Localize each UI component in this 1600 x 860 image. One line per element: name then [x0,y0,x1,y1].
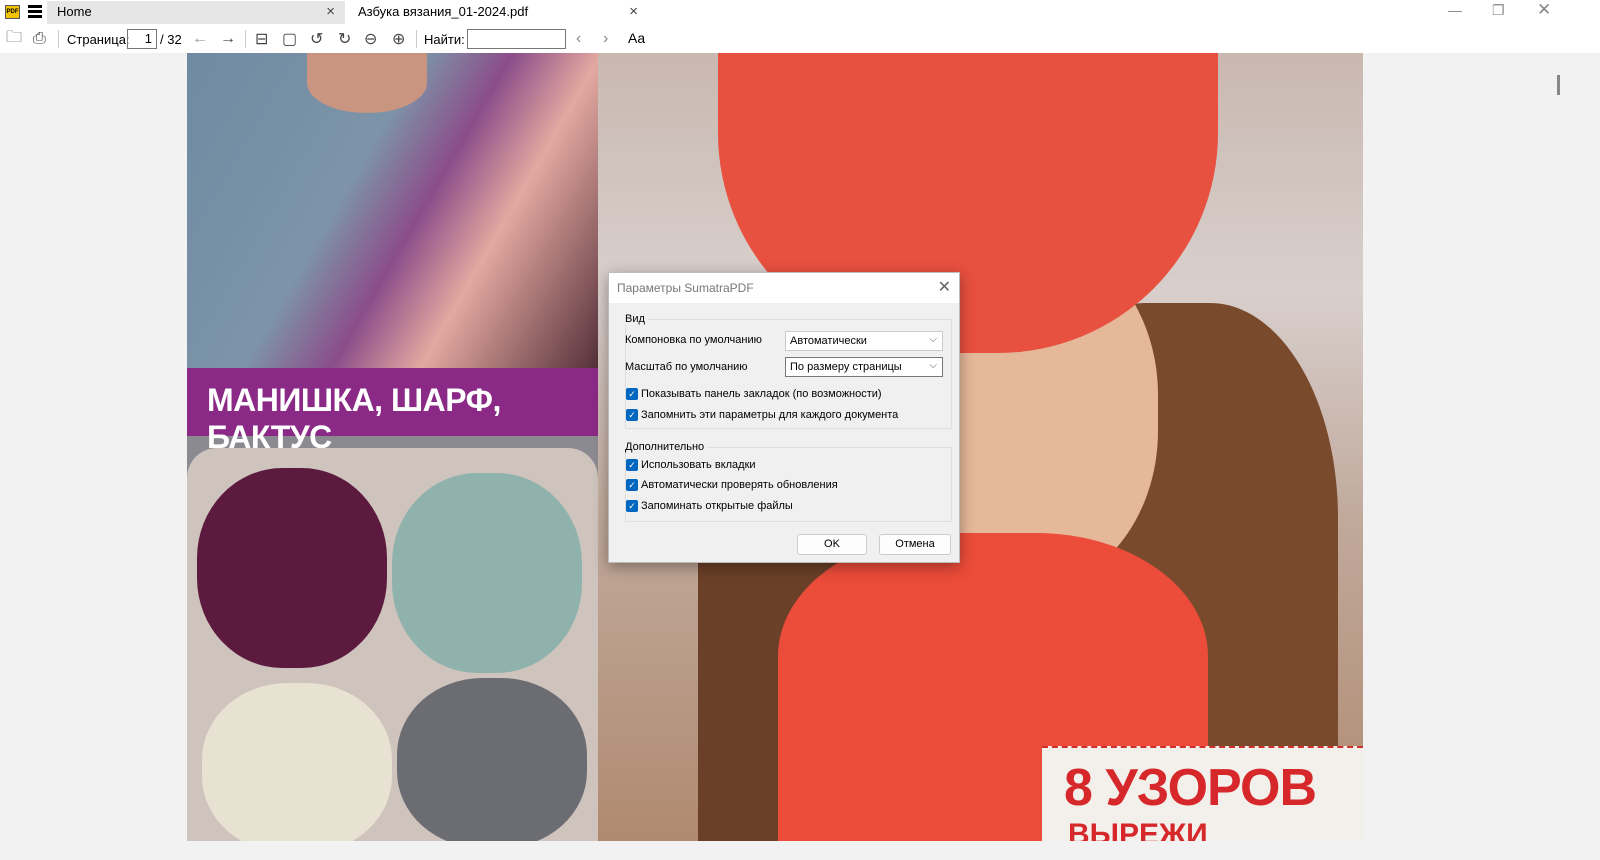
find-input[interactable] [467,29,566,49]
vertical-scrollbar[interactable] [1557,75,1560,95]
use-tabs-checkbox[interactable]: ✓ Использовать вкладки [626,459,756,471]
remember-files-checkbox[interactable]: ✓ Запоминать открытые файлы [626,500,793,512]
badge-subtitle: ВЫРЕЖИ [1068,818,1208,841]
page-number-input[interactable]: 1 [127,29,157,49]
zoom-label: Масштаб по умолчанию [625,361,748,373]
cover-photo-hats [187,448,598,841]
tab-label: Home [57,4,92,19]
find-label: Найти: [424,32,465,47]
checkbox-checked-icon: ✓ [626,500,638,512]
rotate-left-icon[interactable]: ↺ [310,29,323,49]
check-updates-checkbox[interactable]: ✓ Автоматически проверять обновления [626,479,838,491]
show-bookmarks-checkbox[interactable]: ✓ Показывать панель закладок (по возможно… [626,388,882,400]
divider [416,30,417,48]
page-total: / 32 [160,32,182,47]
checkbox-label: Запомнить эти параметры для каждого доку… [641,409,899,421]
page-label: Страница: [67,32,130,47]
checkbox-checked-icon: ✓ [626,459,638,471]
tab-home[interactable]: Home × [47,1,345,24]
divider [58,30,59,48]
find-previous-icon[interactable]: ‹ [576,29,581,49]
cover-band-text: МАНИШКА, ШАРФ, БАКТУС [207,382,501,455]
cancel-button[interactable]: Отмена [879,534,951,555]
checkbox-label: Показывать панель закладок (по возможнос… [641,388,882,400]
arrow-left-icon[interactable]: ← [192,29,208,49]
zoom-out-icon[interactable]: ⊖ [364,29,377,49]
close-window-button[interactable]: ✕ [1537,0,1551,20]
checkbox-checked-icon: ✓ [626,388,638,400]
checkbox-checked-icon: ✓ [626,479,638,491]
close-tab-icon[interactable]: × [326,1,335,23]
tab-document[interactable]: Азбука вязания_01-2024.pdf × [348,1,648,24]
tab-label: Азбука вязания_01-2024.pdf [358,4,529,19]
arrow-right-icon[interactable]: → [220,29,236,49]
options-dialog: Параметры SumatraPDF ✕ Вид Компоновка по … [608,272,960,563]
zoom-in-icon[interactable]: ⊕ [392,29,405,49]
dialog-close-icon[interactable]: ✕ [938,277,951,297]
minimize-button[interactable]: — [1448,2,1462,18]
pdf-page-left: МАНИШКА, ШАРФ, БАКТУС [187,53,598,841]
chevron-down-icon: ⌵ [929,334,937,345]
layout-select[interactable]: Автоматически ⌵ [785,331,943,351]
layout-label: Компоновка по умолчанию [625,334,762,346]
remember-settings-checkbox[interactable]: ✓ Запомнить эти параметры для каждого док… [626,409,898,421]
dialog-title: Параметры SumatraPDF [617,281,754,295]
advanced-group-label: Дополнительно [625,441,708,453]
layout-value: Автоматически [790,335,867,347]
app-logo-icon: PDF [5,5,20,19]
badge-title: 8 УЗОРОВ [1064,759,1317,817]
rotate-right-icon[interactable]: ↻ [338,29,351,49]
divider [245,30,246,48]
zoom-select[interactable]: По размеру страницы ⌵ [785,357,943,377]
cover-band: МАНИШКА, ШАРФ, БАКТУС [187,368,598,455]
find-next-icon[interactable]: › [603,29,608,49]
zoom-value: По размеру страницы [790,361,902,373]
ok-button[interactable]: OK [797,534,867,555]
menu-icon[interactable] [28,5,42,19]
print-icon[interactable]: ⎙ [33,29,46,49]
chevron-down-icon: ⌵ [929,360,937,371]
match-case-toggle[interactable]: Aa [628,30,645,46]
checkbox-checked-icon: ✓ [626,409,638,421]
checkbox-label: Автоматически проверять обновления [641,479,838,491]
checkbox-label: Использовать вкладки [641,459,756,471]
cover-photo-scarf [187,53,598,368]
restore-button[interactable]: ❐ [1492,2,1505,19]
toolbar: 🗀 ⎙ Страница: 1 / 32 ← → ⊟ ▢ ↺ ↻ ⊖ ⊕ Най… [0,25,1600,53]
title-bar: PDF Home × Азбука вязания_01-2024.pdf × — … [0,0,1600,25]
checkbox-label: Запоминать открытые файлы [641,500,793,512]
close-tab-icon[interactable]: × [629,1,638,23]
cover-badge: 8 УЗОРОВ ВЫРЕЖИ [1042,746,1363,841]
single-page-icon[interactable]: ▢ [282,29,297,49]
view-group-label: Вид [625,313,648,325]
continuous-view-icon[interactable]: ⊟ [255,29,268,49]
open-folder-icon[interactable]: 🗀 [6,29,22,49]
